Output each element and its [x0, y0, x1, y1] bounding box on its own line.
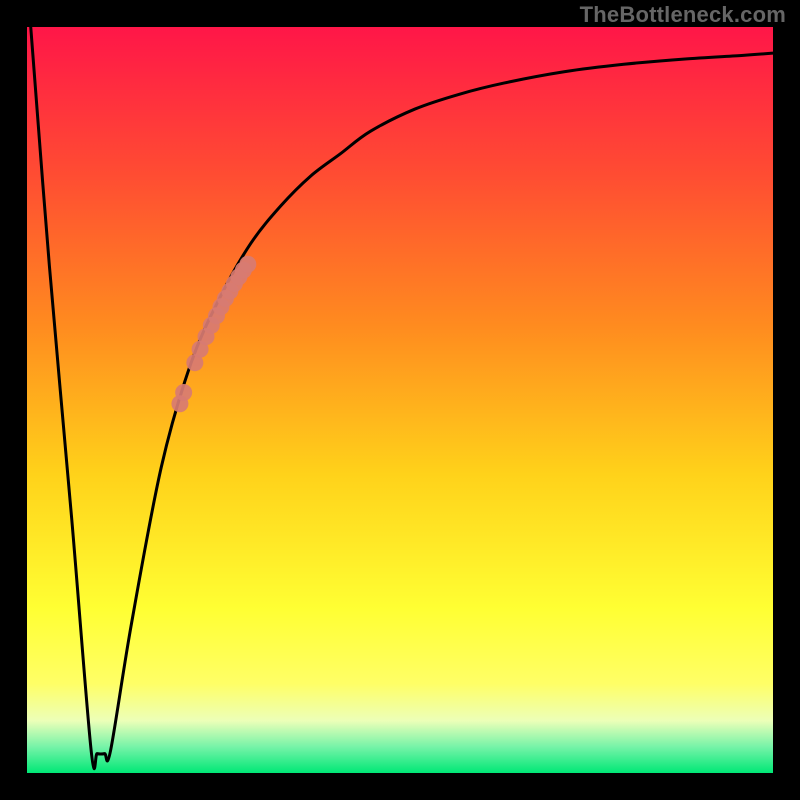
chart-frame: TheBottleneck.com: [0, 0, 800, 800]
highlight-dot: [239, 256, 256, 273]
bottleneck-chart: [27, 27, 773, 773]
gradient-background: [27, 27, 773, 773]
attribution-label: TheBottleneck.com: [580, 2, 786, 28]
highlight-dot: [175, 384, 192, 401]
